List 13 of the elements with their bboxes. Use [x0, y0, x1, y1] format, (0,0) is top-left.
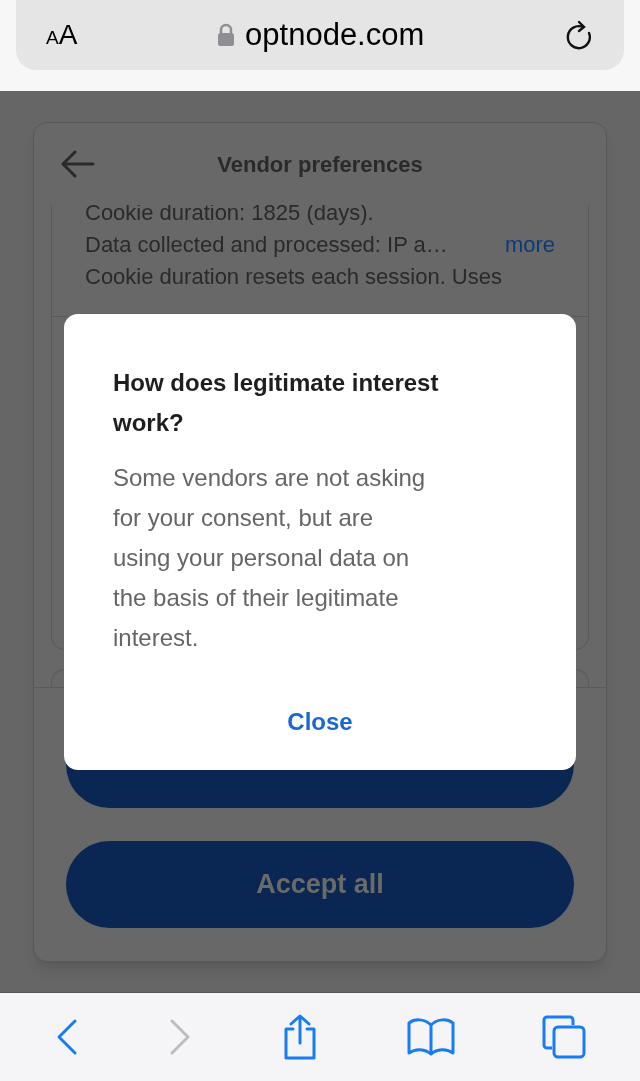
dialog-title: How does legitimate interest work?	[113, 368, 440, 438]
back-arrow-icon[interactable]	[60, 149, 96, 179]
reload-icon[interactable]	[564, 19, 594, 51]
detail-text: Data collected and processed: IP a…	[85, 231, 448, 259]
dialog-message: Some vendors are not asking for your consent, but are using your personal data on the basis of their legitimate interest.	[113, 463, 427, 653]
close-button[interactable]: Close	[267, 694, 373, 750]
text-size-button[interactable]: AA	[46, 21, 78, 49]
address-bar[interactable]: AA optnode.com	[16, 0, 624, 70]
url-text[interactable]: optnode.com	[245, 11, 425, 59]
page-title: Vendor preferences	[217, 150, 423, 179]
book-icon[interactable]	[405, 1017, 456, 1057]
detail-text: Cookie duration resets each session. Uses	[85, 263, 503, 291]
tabs-icon[interactable]	[541, 1014, 588, 1060]
